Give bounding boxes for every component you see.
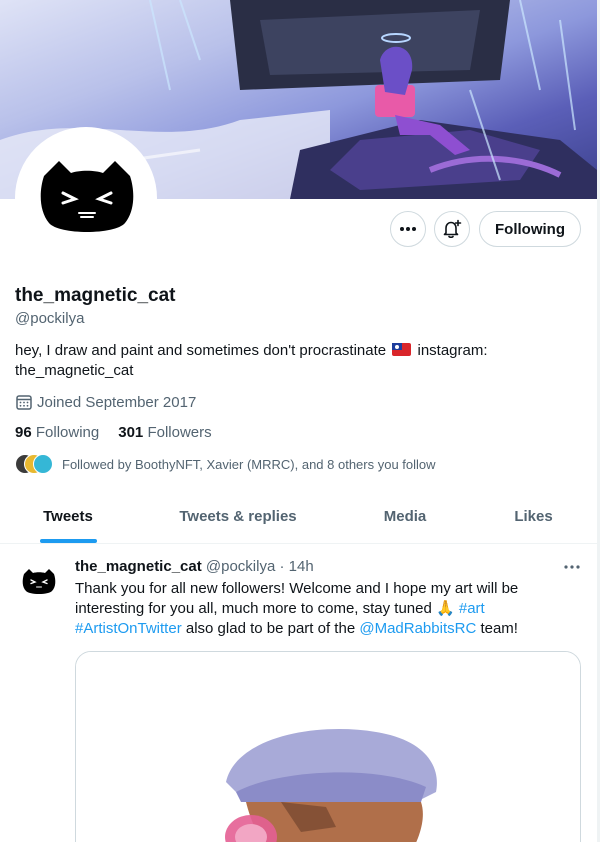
notifications-button[interactable] [434, 211, 470, 247]
tweet-header: the_magnetic_cat @pockilya · 14h [75, 558, 314, 575]
tweet[interactable]: the_magnetic_cat @pockilya · 14h Thank y… [0, 545, 597, 842]
taiwan-flag-icon [392, 343, 412, 356]
tweet-author-handle[interactable]: @pockilya [206, 558, 275, 575]
mention-link[interactable]: @MadRabbitsRC [359, 620, 476, 637]
profile-display-name: the_magnetic_cat [15, 285, 176, 306]
followed-by-text: Followed by BoothyNFT, Xavier (MRRC), an… [62, 456, 436, 472]
followers-link[interactable]: 301 Followers [118, 424, 211, 441]
hashtag-link[interactable]: #ArtistOnTwitter [75, 620, 182, 637]
followed-by-row[interactable]: Followed by BoothyNFT, Xavier (MRRC), an… [15, 454, 436, 474]
bell-plus-icon [443, 219, 462, 239]
tweet-avatar[interactable] [15, 557, 63, 605]
calendar-icon [16, 395, 32, 410]
active-tab-indicator [40, 539, 97, 543]
pray-emoji: 🙏 [436, 600, 455, 617]
joined-text: Joined September 2017 [37, 393, 197, 411]
joined-date: Joined September 2017 [15, 393, 196, 411]
tweet-time[interactable]: 14h [289, 558, 314, 575]
hashtag-link[interactable]: #art [459, 600, 485, 617]
mutual-avatar [33, 454, 53, 474]
tweet-text: Thank you for all new followers! Welcome… [75, 580, 519, 637]
tweet-separator: · [279, 558, 285, 575]
tab-likes[interactable]: Likes [470, 490, 597, 543]
tweet-author-name[interactable]: the_magnetic_cat [75, 558, 202, 575]
follow-stats: 96 Following 301 Followers [15, 424, 212, 441]
bio-text: hey, I draw and paint and sometimes don'… [15, 342, 387, 359]
ellipsis-icon [564, 565, 580, 569]
profile-bio: hey, I draw and paint and sometimes don'… [15, 341, 575, 381]
more-options-button[interactable] [390, 211, 426, 247]
following-link[interactable]: 96 Following [15, 424, 99, 441]
tab-tweets-replies[interactable]: Tweets & replies [136, 490, 340, 543]
tweet-media-image[interactable] [75, 651, 581, 842]
profile-avatar[interactable] [15, 127, 157, 269]
ellipsis-icon [400, 227, 416, 231]
mutual-followers-avatars [15, 454, 55, 474]
profile-handle: @pockilya [15, 310, 85, 327]
tweet-more-button[interactable] [560, 557, 584, 577]
following-button[interactable]: Following [479, 211, 581, 247]
profile-tabs: Tweets Tweets & replies Media Likes [0, 490, 597, 544]
tab-media[interactable]: Media [340, 490, 470, 543]
tab-tweets[interactable]: Tweets [0, 490, 136, 543]
